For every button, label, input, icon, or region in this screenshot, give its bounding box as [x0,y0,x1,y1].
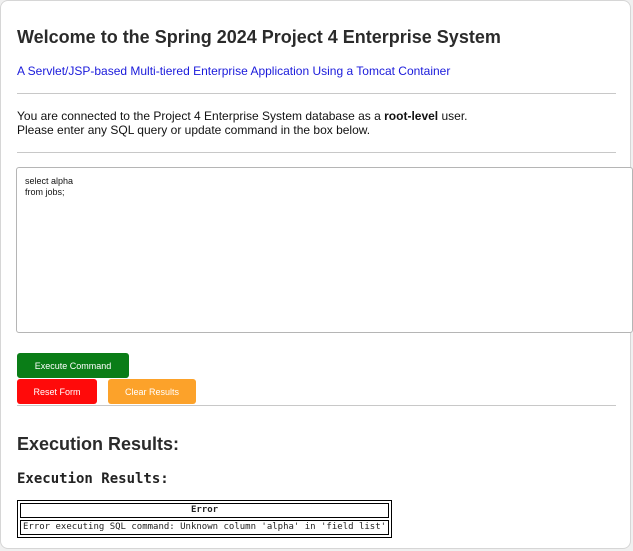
page-title: Welcome to the Spring 2024 Project 4 Ent… [17,27,501,47]
table-row: Error executing SQL command: Unknown col… [20,520,390,535]
error-message-cell: Error executing SQL command: Unknown col… [20,520,390,535]
table-header-row: Error [20,503,390,518]
connection-prefix: You are connected to the Project 4 Enter… [17,109,385,123]
connection-suffix: user. [438,109,468,123]
clear-results-button[interactable]: Clear Results [108,379,196,404]
connection-line: You are connected to the Project 4 Enter… [17,109,468,123]
execute-command-button[interactable]: Execute Command [17,353,129,378]
divider-top [17,93,616,94]
divider-bottom [17,405,616,406]
reset-form-button[interactable]: Reset Form [17,379,97,404]
divider-middle [17,152,616,153]
instruction-text: Please enter any SQL query or update com… [17,123,371,137]
table-header-error: Error [20,503,390,518]
sql-query-input[interactable]: select alpha from jobs; [16,167,633,333]
page-subtitle: A Servlet/JSP-based Multi-tiered Enterpr… [17,64,451,78]
user-role: root-level [384,109,439,123]
connection-info: You are connected to the Project 4 Enter… [17,109,468,137]
results-table: Error Error executing SQL command: Unkno… [17,500,393,538]
results-subheading: Execution Results: [17,471,169,487]
results-heading: Execution Results: [17,434,180,454]
